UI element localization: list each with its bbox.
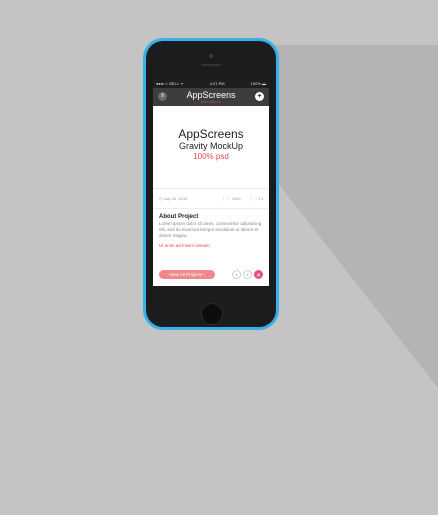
- comments-text: 13: [258, 196, 263, 201]
- status-bar: ●●●○○ BELL ᯤ 4:21 PM 100% ▬: [153, 79, 269, 88]
- dribbble-icon[interactable]: ◍: [254, 269, 263, 279]
- add-icon[interactable]: +: [255, 92, 264, 101]
- post-date: ◷ July 26, 2013: [153, 196, 223, 201]
- about-link[interactable]: Ut enim ad minim veniam: [159, 243, 263, 248]
- footer-bar: View All Projects › f t ◍: [159, 268, 263, 280]
- about-body: Lorem ipsum dolor sit amet, consectetur …: [159, 221, 262, 238]
- view-all-label: View All Projects: [169, 271, 203, 277]
- status-time: 4:21 PM: [209, 81, 225, 86]
- hero-subtitle: Gravity MockUp: [178, 141, 243, 151]
- nav-bar: ≡ AppScreens PROJECTS +: [153, 88, 269, 106]
- app-screen: ●●●○○ BELL ᯤ 4:21 PM 100% ▬ ≡ AppScreens…: [153, 79, 269, 286]
- hero-tagline: 100% psd: [193, 152, 229, 161]
- about-heading: About Project: [159, 214, 199, 220]
- likes-text: 1549: [231, 196, 241, 201]
- hero-section: AppScreens Gravity MockUp 100% psd: [153, 106, 269, 189]
- carrier-signal: ●●●○○ BELL ᯤ: [156, 80, 184, 86]
- facebook-icon[interactable]: f: [232, 269, 241, 279]
- arrow-right-icon: ›: [202, 271, 205, 277]
- twitter-icon[interactable]: t: [243, 269, 252, 279]
- likes-count[interactable]: ♡ 1549: [223, 196, 251, 201]
- home-button[interactable]: [201, 303, 223, 325]
- comments-count[interactable]: ◌ 13: [251, 196, 269, 201]
- speaker-grille: [201, 64, 221, 66]
- view-all-projects-button[interactable]: View All Projects ›: [159, 269, 215, 279]
- nav-subtitle: PROJECTS: [200, 100, 221, 104]
- about-section: About Project Lorem ipsum dolor sit amet…: [153, 209, 269, 248]
- meta-row: ◷ July 26, 2013 ♡ 1549 ◌ 13: [153, 189, 269, 209]
- social-links: f t ◍: [232, 269, 263, 279]
- date-text: July 26, 2013: [163, 196, 188, 201]
- camera-icon: [209, 54, 213, 58]
- nav-title: AppScreens: [186, 90, 236, 100]
- hero-title: AppScreens: [178, 127, 244, 141]
- battery-indicator: 100% ▬: [250, 81, 266, 86]
